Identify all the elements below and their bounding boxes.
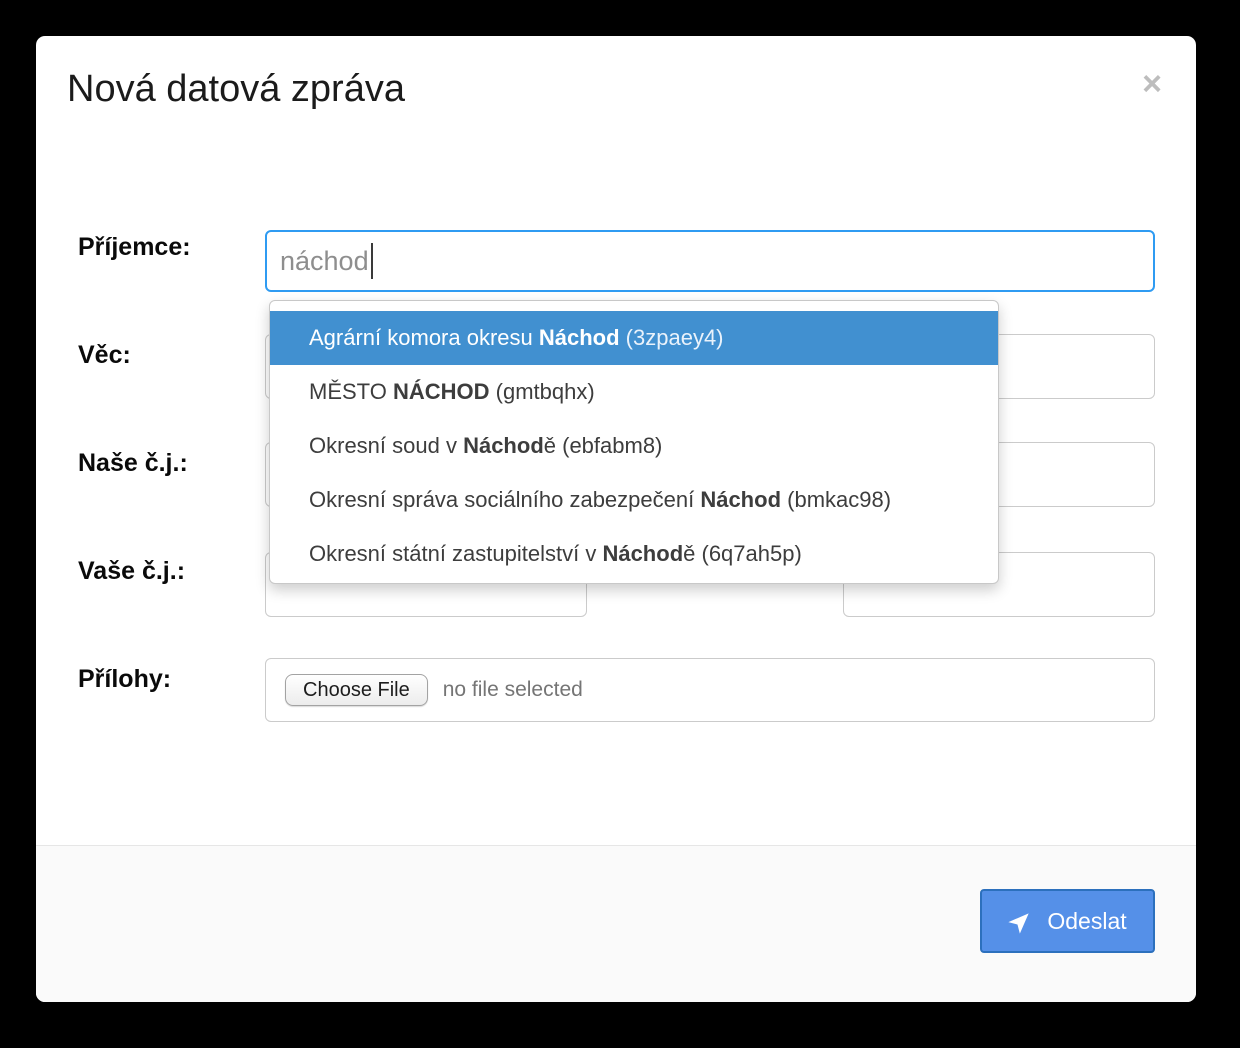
subject-label: Věc: <box>78 340 131 370</box>
send-icon <box>1008 908 1034 934</box>
suggestion-code: ě (6q7ah5p) <box>683 541 802 567</box>
attachments-field: Choose File no file selected <box>265 658 1155 722</box>
recipient-label: Příjemce: <box>78 232 191 262</box>
suggestion-match: Náchod <box>463 433 544 459</box>
suggestion-match: Náchod <box>700 487 781 513</box>
recipient-input[interactable]: náchod <box>265 230 1155 292</box>
suggestion-code: (gmtbqhx) <box>490 379 595 405</box>
suggestion-text: Okresní soud v <box>309 433 463 459</box>
choose-file-button[interactable]: Choose File <box>285 674 428 706</box>
file-status-text: no file selected <box>443 678 583 702</box>
page-title: Nová datová zpráva <box>67 66 405 114</box>
our-ref-label: Naše č.j.: <box>78 448 188 478</box>
suggestion-match: NÁCHOD <box>393 379 490 405</box>
suggestion-item[interactable]: Agrární komora okresu Náchod (3zpaey4) <box>270 311 998 365</box>
suggestion-item[interactable]: Okresní soud v Náchodě (ebfabm8) <box>270 419 998 473</box>
suggestion-item[interactable]: Okresní správa sociálního zabezpečení Ná… <box>270 473 998 527</box>
suggestion-text: Okresní správa sociálního zabezpečení <box>309 487 700 513</box>
modal-footer: Odeslat <box>36 845 1196 1002</box>
suggestion-text: Okresní státní zastupitelství v <box>309 541 602 567</box>
suggestion-text: Agrární komora okresu <box>309 325 539 351</box>
suggestion-match: Náchod <box>539 325 620 351</box>
suggestion-code: (bmkac98) <box>781 487 891 513</box>
new-message-modal: Nová datová zpráva × Příjemce: náchod Vě… <box>36 36 1196 1002</box>
your-ref-label: Vaše č.j.: <box>78 556 185 586</box>
suggestion-text: MĚSTO <box>309 379 393 405</box>
text-caret <box>371 243 373 279</box>
close-icon: × <box>1142 65 1162 103</box>
send-button[interactable]: Odeslat <box>980 889 1155 953</box>
attachments-label: Přílohy: <box>78 664 171 694</box>
suggestion-code: ě (ebfabm8) <box>544 433 663 459</box>
suggestion-match: Náchod <box>602 541 683 567</box>
close-button[interactable]: × <box>1132 64 1172 104</box>
recipient-input-value: náchod <box>280 246 369 277</box>
suggestion-item[interactable]: MĚSTO NÁCHOD (gmtbqhx) <box>270 365 998 419</box>
recipient-suggestions-dropdown: Agrární komora okresu Náchod (3zpaey4) M… <box>269 300 999 584</box>
send-button-label: Odeslat <box>1047 908 1126 935</box>
suggestion-item[interactable]: Okresní státní zastupitelství v Náchodě … <box>270 527 998 581</box>
suggestion-code: (3zpaey4) <box>620 325 724 351</box>
